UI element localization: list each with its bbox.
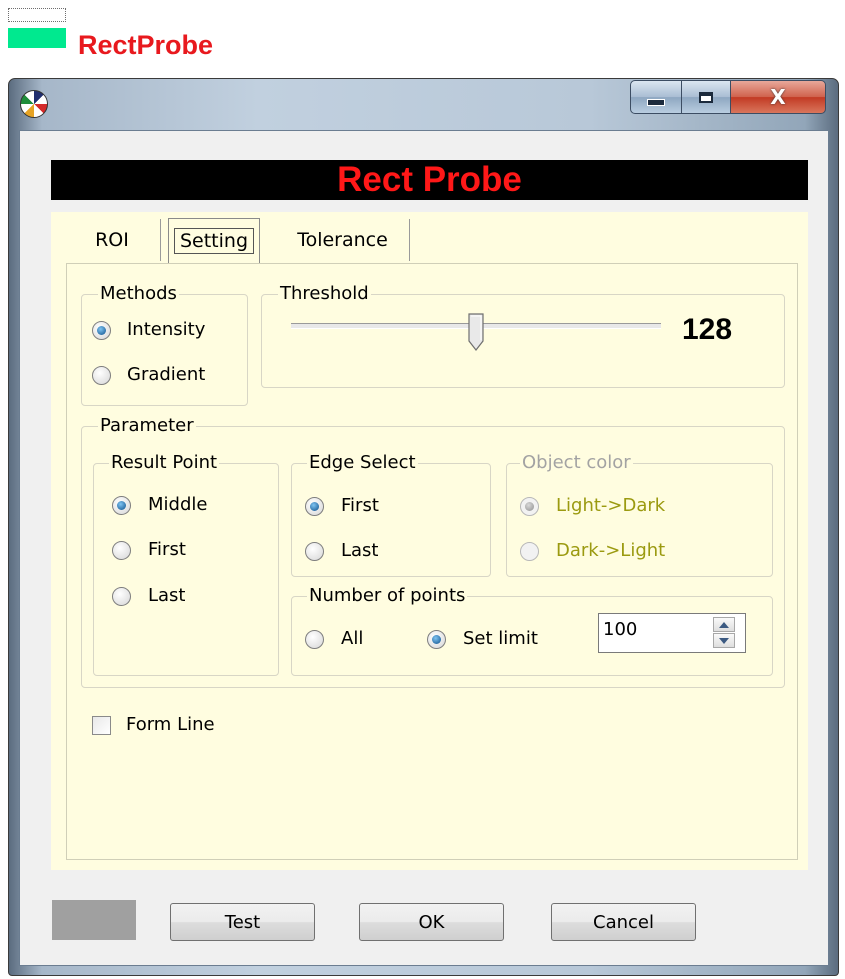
- threshold-value: 128: [682, 313, 733, 346]
- result-last-radio[interactable]: [112, 587, 131, 606]
- result-middle-label: Middle: [148, 494, 208, 515]
- tab-roi[interactable]: ROI: [64, 219, 161, 261]
- points-limit-input[interactable]: [603, 619, 698, 641]
- parameter-group-label: Parameter: [98, 415, 196, 437]
- points-all-radio[interactable]: [305, 630, 324, 649]
- result-first-label: First: [148, 539, 186, 560]
- tab-label: Tolerance: [297, 229, 388, 251]
- title-banner: Rect Probe: [51, 160, 808, 200]
- result-middle-radio[interactable]: [112, 496, 131, 515]
- minimize-button[interactable]: [630, 80, 682, 114]
- light-to-dark-label: Light->Dark: [556, 495, 666, 516]
- document-title: RectProbe: [78, 30, 214, 60]
- intensity-label: Intensity: [127, 319, 206, 340]
- banner-title: Rect Probe: [337, 160, 522, 199]
- cancel-button[interactable]: Cancel: [551, 903, 696, 941]
- form-line-checkbox[interactable]: [92, 716, 111, 735]
- points-set-limit-radio[interactable]: [427, 630, 446, 649]
- light-to-dark-radio: [520, 497, 539, 516]
- methods-group-label: Methods: [98, 283, 179, 305]
- chevron-up-icon: [719, 621, 729, 628]
- number-of-points-group-label: Number of points: [307, 585, 468, 607]
- result-last-label: Last: [148, 585, 186, 606]
- tab-label: ROI: [95, 229, 129, 251]
- close-button[interactable]: X: [730, 80, 826, 114]
- maximize-icon: [699, 91, 713, 103]
- points-all-label: All: [341, 628, 364, 649]
- result-first-radio[interactable]: [112, 541, 131, 560]
- tab-setting[interactable]: Setting: [168, 218, 260, 263]
- spin-down-button[interactable]: [713, 633, 735, 648]
- form-line-label: Form Line: [126, 714, 215, 735]
- threshold-slider-thumb[interactable]: [468, 313, 484, 351]
- chevron-down-icon: [719, 637, 729, 644]
- minimize-icon: [647, 98, 665, 106]
- threshold-group-label: Threshold: [278, 283, 371, 305]
- object-color-group-label: Object color: [520, 452, 633, 474]
- edge-first-radio[interactable]: [305, 497, 324, 516]
- color-swatch[interactable]: [52, 900, 136, 940]
- tab-label: Setting: [173, 228, 255, 254]
- intensity-radio[interactable]: [92, 321, 111, 340]
- accent-bar: [8, 28, 66, 48]
- edge-first-label: First: [341, 495, 379, 516]
- spin-up-button[interactable]: [713, 617, 735, 632]
- maximize-button[interactable]: [681, 80, 731, 114]
- result-point-group-label: Result Point: [109, 452, 220, 474]
- test-button[interactable]: Test: [170, 903, 315, 941]
- dark-to-light-radio: [520, 542, 539, 561]
- gradient-label: Gradient: [127, 364, 206, 385]
- edge-select-group-label: Edge Select: [307, 452, 418, 474]
- points-set-limit-label: Set limit: [463, 628, 538, 649]
- gradient-radio[interactable]: [92, 366, 111, 385]
- edge-last-label: Last: [341, 540, 379, 561]
- app-color-wheel-icon[interactable]: [20, 90, 48, 118]
- focus-outline: [8, 8, 66, 22]
- edge-select-group: [291, 463, 491, 577]
- edge-last-radio[interactable]: [305, 542, 324, 561]
- methods-group: [81, 294, 248, 406]
- close-icon: X: [770, 85, 786, 109]
- ok-button[interactable]: OK: [359, 903, 504, 941]
- dark-to-light-label: Dark->Light: [556, 540, 666, 561]
- tab-tolerance[interactable]: Tolerance: [276, 219, 410, 261]
